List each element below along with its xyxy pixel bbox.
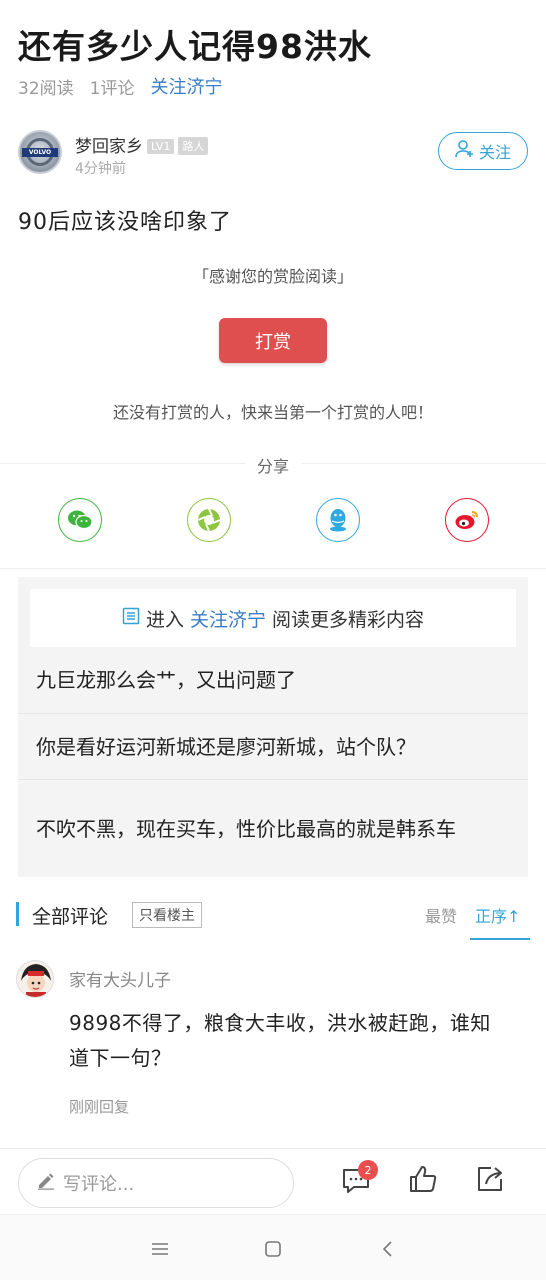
recommend-box: 进入 关注济宁 阅读更多精彩内容 九巨龙那么会艹，又出问题了 你是看好运河新城还… [18, 577, 528, 877]
author-avatar[interactable]: VOLVO [18, 130, 62, 174]
level-badge: LV1 [147, 139, 175, 154]
recommend-item-text: 你是看好运河新城还是廖河新城，站个队？ [36, 734, 416, 759]
back-icon[interactable] [376, 1237, 400, 1261]
reward-empty-text: 还没有打赏的人，快来当第一个打赏的人吧！ [112, 403, 433, 422]
comment-count: 1评论 [89, 78, 135, 99]
sort-order-tab[interactable]: 正序↑ [475, 903, 520, 927]
thumbs-up-icon [407, 1164, 439, 1198]
comments-header: 全部评论 只看楼主 最赞 正序↑ [0, 898, 546, 942]
article-meta: 32阅读 1评论 关注济宁 [18, 73, 222, 99]
author-only-filter[interactable]: 只看楼主 [132, 902, 202, 928]
qq-icon[interactable] [316, 498, 360, 542]
recommend-item-text: 不吹不黑，现在买车，性价比最高的就是韩系车 [36, 816, 456, 841]
article-title: 还有多少人记得98洪水 [18, 27, 372, 66]
section-divider [0, 568, 546, 569]
reward-button[interactable]: 打赏 [219, 318, 327, 363]
system-nav-bar [0, 1214, 546, 1280]
bottom-action-bar: 写评论... 2 [0, 1148, 546, 1214]
comments-title: 全部评论 [32, 906, 109, 928]
section-accent-bar [16, 902, 19, 926]
share-label-text: 分享 [244, 457, 301, 476]
recommend-item[interactable]: 九巨龙那么会艹，又出问题了 [18, 647, 528, 713]
follow-label: 关注 [478, 143, 511, 162]
author-name[interactable]: 梦回家乡 LV1 路人 [75, 132, 209, 157]
comment-input[interactable]: 写评论... [18, 1158, 294, 1208]
volvo-logo-text: VOLVO [22, 148, 58, 157]
enter-label: 进入 [145, 608, 184, 631]
recommend-topic: 关注济宁 [189, 608, 266, 631]
share-arrow-icon [474, 1164, 506, 1198]
share-label: 分享 [0, 453, 546, 477]
wechat-icon[interactable] [58, 498, 102, 542]
reward-thanks: 「感谢您的赏脸阅读」 [192, 267, 353, 286]
commenter-name[interactable]: 家有大头儿子 [69, 966, 171, 991]
share-button[interactable] [470, 1161, 510, 1201]
comment-placeholder: 写评论... [63, 1174, 135, 1195]
home-icon[interactable] [261, 1237, 285, 1261]
commenter-avatar[interactable] [16, 960, 54, 998]
topic-link[interactable]: 关注济宁 [150, 73, 222, 99]
comment-count-badge: 2 [358, 1160, 378, 1180]
active-tab-underline [470, 938, 530, 940]
moments-icon[interactable] [187, 498, 231, 542]
list-icon [122, 607, 140, 630]
enter-topic-banner[interactable]: 进入 关注济宁 阅读更多精彩内容 [30, 589, 516, 647]
follow-button[interactable]: 关注 [438, 132, 528, 170]
share-icons [0, 498, 546, 544]
comment-time: 刚刚回复 [69, 1098, 130, 1116]
add-user-icon [455, 139, 475, 163]
author-row: VOLVO 梦回家乡 LV1 路人 4分钟前 关注 [18, 128, 528, 180]
article-content: 90后应该没啥印象了 [18, 210, 232, 235]
weibo-icon[interactable] [445, 498, 489, 542]
read-more-label: 阅读更多精彩内容 [272, 608, 425, 631]
sort-hot-tab[interactable]: 最赞 [425, 903, 457, 927]
author-name-text: 梦回家乡 [75, 137, 143, 157]
recommend-item[interactable]: 不吹不黑，现在买车，性价比最高的就是韩系车 [18, 779, 528, 877]
comment-item: 家有大头儿子 9898不得了，粮食大丰收，洪水被赶跑，谁知道下一句？ 刚刚回复 [0, 958, 546, 1128]
rank-badge: 路人 [178, 137, 209, 155]
recommend-item-text: 九巨龙那么会艹，又出问题了 [36, 668, 296, 692]
post-time: 4分钟前 [75, 161, 126, 177]
recommend-item[interactable]: 你是看好运河新城还是廖河新城，站个队？ [18, 713, 528, 779]
read-count: 32阅读 [18, 78, 74, 99]
menu-icon[interactable] [148, 1237, 172, 1261]
comments-button[interactable]: 2 [336, 1160, 378, 1201]
like-button[interactable] [403, 1161, 443, 1201]
pencil-icon [37, 1172, 55, 1195]
comment-text: 9898不得了，粮食大丰收，洪水被赶跑，谁知道下一句？ [69, 1011, 491, 1070]
